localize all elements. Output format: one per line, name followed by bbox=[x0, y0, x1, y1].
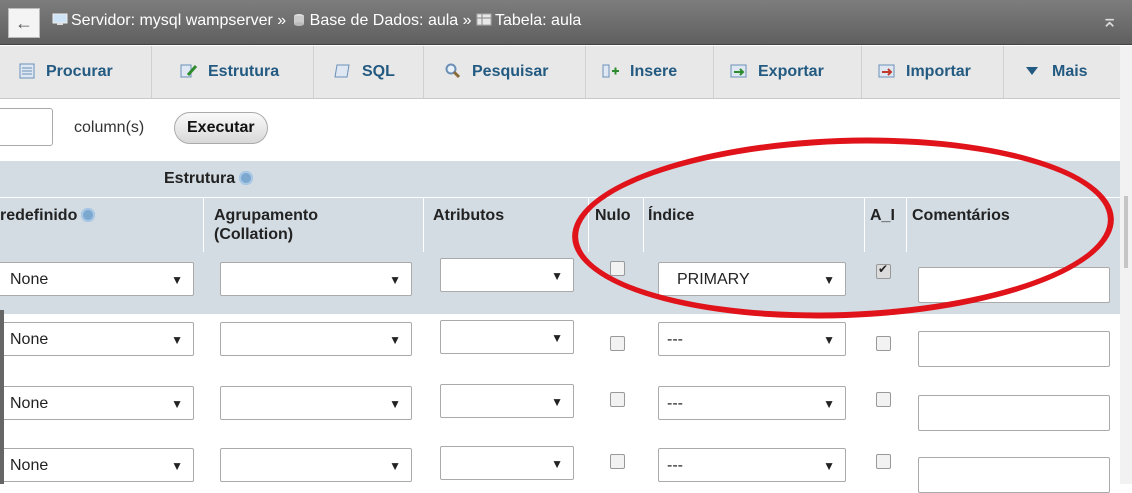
collation-select[interactable]: ▼ bbox=[220, 322, 412, 356]
tab-pesquisar[interactable]: Pesquisar bbox=[424, 46, 586, 98]
scrollbar[interactable] bbox=[1120, 46, 1132, 484]
index-select[interactable]: --- ▼ bbox=[658, 386, 846, 420]
import-icon bbox=[878, 64, 895, 78]
tab-insere[interactable]: Insere bbox=[586, 46, 714, 98]
index-select[interactable]: PRIMARY ▼ bbox=[658, 262, 846, 296]
back-arrow-button[interactable]: ← bbox=[8, 8, 40, 38]
header-attributes: Atributos bbox=[433, 207, 505, 224]
table-row: None ▼ ▼ ▼ PRIMARY ▼ bbox=[0, 252, 1120, 314]
tab-bar: Procurar Estrutura SQL Pesquisar Insere … bbox=[0, 46, 1120, 99]
header-collation: Agrupamento (Collation) bbox=[214, 207, 318, 243]
auto-increment-checkbox[interactable] bbox=[876, 454, 891, 469]
header-null: Nulo bbox=[595, 207, 631, 224]
tab-mais[interactable]: Mais bbox=[1004, 46, 1120, 98]
insert-icon bbox=[602, 64, 619, 78]
add-columns-row: column(s) Executar bbox=[0, 108, 1132, 148]
comment-input[interactable] bbox=[918, 267, 1110, 303]
attributes-select[interactable]: ▼ bbox=[440, 384, 574, 418]
scrollbar-thumb[interactable] bbox=[1124, 196, 1128, 268]
help-icon[interactable] bbox=[239, 171, 254, 185]
header-default: redefinido bbox=[0, 206, 96, 225]
collapse-icon[interactable]: ⌅ bbox=[1101, 8, 1118, 33]
breadcrumb-table[interactable]: Tabela: aula bbox=[495, 12, 581, 29]
null-checkbox[interactable] bbox=[610, 454, 625, 469]
index-select[interactable]: --- ▼ bbox=[658, 322, 846, 356]
default-select[interactable]: None ▼ bbox=[0, 448, 194, 482]
collation-select[interactable]: ▼ bbox=[220, 262, 412, 296]
auto-increment-checkbox[interactable] bbox=[876, 336, 891, 351]
breadcrumb-database[interactable]: Base de Dados: aula bbox=[310, 12, 459, 29]
triangle-down-icon bbox=[1026, 67, 1038, 75]
attributes-select[interactable]: ▼ bbox=[440, 258, 574, 292]
table-row: None ▼ ▼ ▼ --- ▼ bbox=[0, 438, 1120, 493]
auto-increment-checkbox[interactable] bbox=[876, 392, 891, 407]
server-icon bbox=[52, 13, 68, 25]
database-icon bbox=[293, 14, 304, 26]
structure-icon bbox=[180, 64, 198, 78]
columns-label: column(s) bbox=[74, 119, 145, 136]
header-comments: Comentários bbox=[912, 207, 1010, 224]
header-index: Índice bbox=[648, 207, 695, 224]
default-select[interactable]: None ▼ bbox=[0, 386, 194, 420]
header-ai: A_I bbox=[870, 207, 895, 224]
left-border bbox=[0, 310, 4, 484]
breadcrumb-server[interactable]: Servidor: mysql wampserver bbox=[71, 12, 273, 29]
tab-exportar[interactable]: Exportar bbox=[714, 46, 862, 98]
section-title: Estrutura bbox=[164, 170, 236, 187]
breadcrumb-bar: ← Servidor: mysql wampserver » Base de D… bbox=[0, 0, 1132, 45]
table-icon bbox=[476, 13, 492, 26]
auto-increment-checkbox[interactable] bbox=[876, 262, 891, 279]
tab-importar[interactable]: Importar bbox=[862, 46, 1004, 98]
attributes-select[interactable]: ▼ bbox=[440, 320, 574, 354]
collation-select[interactable]: ▼ bbox=[220, 386, 412, 420]
default-select[interactable]: None ▼ bbox=[0, 322, 194, 356]
table-row: None ▼ ▼ ▼ --- ▼ bbox=[0, 314, 1120, 376]
help-icon[interactable] bbox=[81, 208, 96, 222]
execute-button[interactable]: Executar bbox=[174, 112, 268, 144]
default-select[interactable]: None ▼ bbox=[0, 262, 194, 296]
table-row: None ▼ ▼ ▼ --- ▼ bbox=[0, 376, 1120, 438]
attributes-select[interactable]: ▼ bbox=[440, 446, 574, 480]
tab-sql[interactable]: SQL bbox=[314, 46, 424, 98]
collation-select[interactable]: ▼ bbox=[220, 448, 412, 482]
comment-input[interactable] bbox=[918, 457, 1110, 493]
tab-procurar[interactable]: Procurar bbox=[0, 46, 152, 98]
null-checkbox[interactable] bbox=[610, 336, 625, 351]
export-icon bbox=[730, 64, 747, 78]
structure-section-header: Estrutura bbox=[0, 161, 1120, 197]
comment-input[interactable] bbox=[918, 331, 1110, 367]
browse-icon bbox=[19, 63, 35, 79]
tab-estrutura[interactable]: Estrutura bbox=[152, 46, 314, 98]
sql-icon bbox=[334, 64, 350, 78]
breadcrumb: Servidor: mysql wampserver » Base de Dad… bbox=[52, 12, 581, 30]
column-headers: redefinido Agrupamento (Collation) Atribu… bbox=[0, 197, 1120, 252]
null-checkbox[interactable] bbox=[610, 392, 625, 407]
search-icon bbox=[445, 63, 461, 79]
column-count-input[interactable] bbox=[0, 108, 53, 146]
index-select[interactable]: --- ▼ bbox=[658, 448, 846, 482]
comment-input[interactable] bbox=[918, 395, 1110, 431]
null-checkbox[interactable] bbox=[610, 261, 625, 276]
